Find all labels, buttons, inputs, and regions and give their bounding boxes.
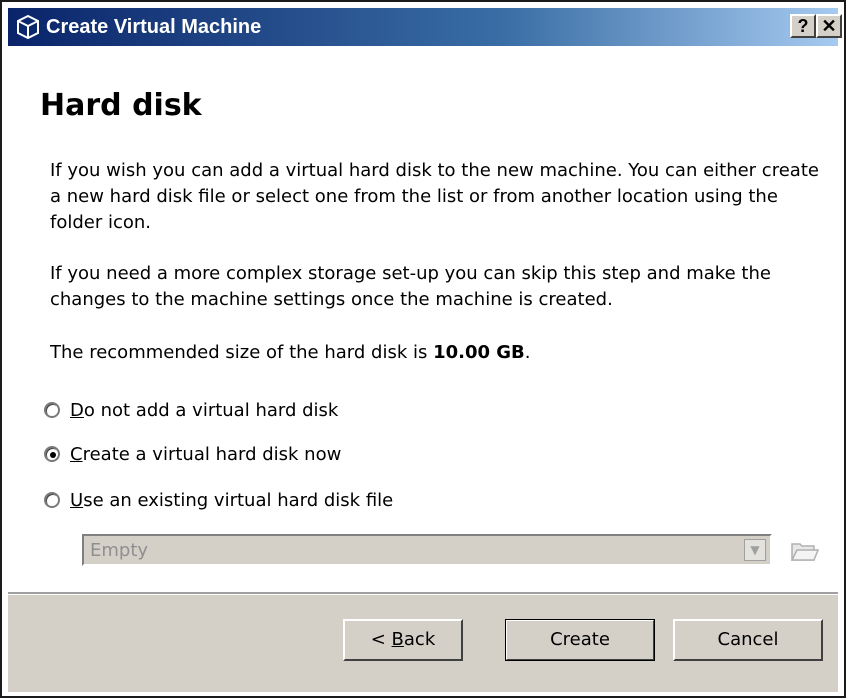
recommended-size-text: The recommended size of the hard disk is…: [50, 340, 830, 366]
storage-paragraph: If you need a more complex storage set-u…: [50, 263, 771, 310]
page-title: Hard disk: [40, 88, 202, 123]
radio-label: Do not add a virtual hard disk: [70, 399, 339, 421]
radio-button[interactable]: [44, 402, 60, 418]
radio-button[interactable]: [44, 492, 60, 508]
radio-button[interactable]: [44, 446, 60, 462]
radio-create-disk[interactable]: Create a virtual hard disk now: [44, 440, 341, 468]
radio-label: Create a virtual hard disk now: [70, 443, 342, 465]
virtualbox-icon: [17, 14, 39, 40]
recommended-size-suffix: .: [524, 342, 531, 363]
intro-paragraph: If you wish you can add a virtual hard d…: [50, 160, 819, 233]
create-button[interactable]: Create: [505, 619, 655, 661]
create-vm-dialog: Create Virtual Machine ? ✕ Hard disk If …: [0, 0, 846, 698]
recommended-size-value: 10.00 GB: [433, 342, 525, 363]
help-button[interactable]: ?: [790, 14, 816, 38]
radio-no-disk[interactable]: Do not add a virtual hard disk: [44, 396, 338, 424]
chevron-down-icon[interactable]: ▼: [744, 539, 766, 561]
button-bar: < Back Create Cancel: [8, 595, 838, 692]
radio-existing-disk[interactable]: Use an existing virtual hard disk file: [44, 486, 393, 514]
title-bar: Create Virtual Machine ? ✕: [8, 8, 842, 46]
close-button[interactable]: ✕: [816, 14, 842, 38]
radio-label: Use an existing virtual hard disk file: [70, 489, 394, 511]
folder-icon[interactable]: [786, 534, 822, 566]
cancel-button[interactable]: Cancel: [673, 619, 823, 661]
window-title: Create Virtual Machine: [46, 16, 262, 38]
back-button[interactable]: < Back: [343, 619, 463, 661]
recommended-size-prefix: The recommended size of the hard disk is: [50, 342, 434, 363]
wizard-page: Hard disk If you wish you can add a virt…: [8, 46, 838, 592]
disk-file-select[interactable]: Empty ▼: [82, 534, 772, 566]
disk-file-select-value: Empty: [90, 540, 149, 561]
